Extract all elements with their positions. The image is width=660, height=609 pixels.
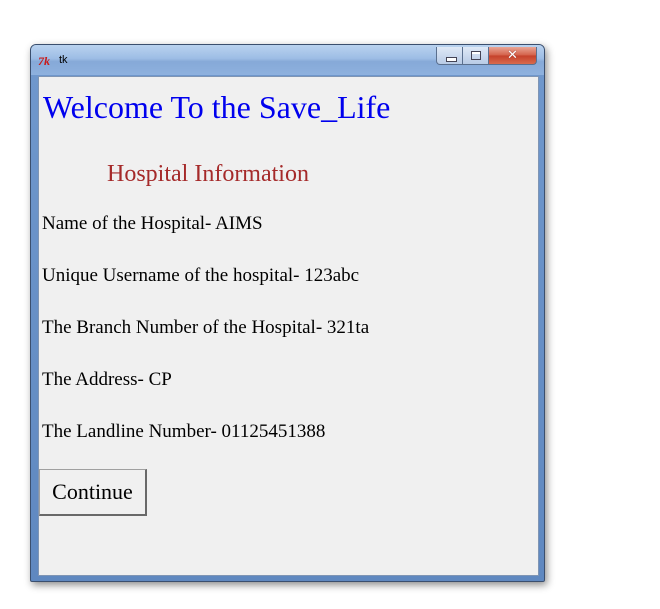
minimize-button[interactable] — [436, 47, 463, 65]
hospital-name-label: Name of the Hospital- AIMS — [42, 213, 263, 234]
client-area: Welcome To the Save_Life Hospital Inform… — [38, 76, 539, 576]
welcome-heading: Welcome To the Save_Life — [43, 89, 391, 125]
maximize-button[interactable] — [463, 47, 489, 65]
hospital-username-label: Unique Username of the hospital- 123abc — [42, 265, 360, 286]
minimize-icon — [437, 47, 462, 64]
continue-button[interactable]: Continue — [39, 469, 147, 516]
title-bar[interactable]: 7k tk ✕ — [31, 45, 544, 75]
landline-number-label: The Landline Number- 01125451388 — [42, 421, 326, 442]
app-window: 7k tk ✕ Welcome To the Save_Life Hospita… — [30, 44, 545, 582]
close-icon: ✕ — [507, 48, 518, 63]
window-title: tk — [59, 54, 68, 66]
branch-number-label: The Branch Number of the Hospital- 321ta — [42, 317, 370, 338]
close-button[interactable]: ✕ — [489, 47, 537, 65]
tk-feather-icon: 7k — [38, 54, 50, 68]
hospital-info-heading: Hospital Information — [107, 161, 309, 187]
address-label: The Address- CP — [42, 369, 172, 390]
maximize-icon — [463, 47, 488, 64]
